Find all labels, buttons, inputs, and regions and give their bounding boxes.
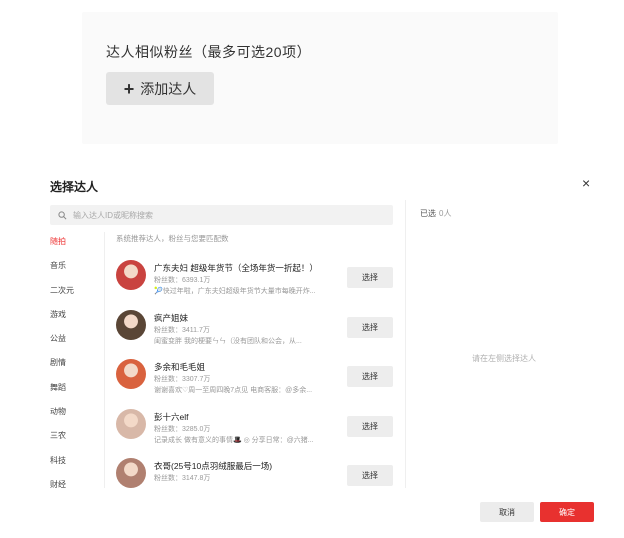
talent-fans: 粉丝数：3307.7万	[154, 376, 211, 383]
select-button[interactable]: 选择	[347, 366, 393, 387]
list-item: 彭十六elf 粉丝数：3285.0万 记录成长 做有意义的事情🎩 ◎ 分享日常：…	[116, 406, 396, 456]
similar-fans-label: 达人相似粉丝（最多可选20项）	[106, 44, 312, 60]
category-item[interactable]: 游戏	[50, 310, 100, 334]
talent-desc: 闺蜜变胖 我的梗要ㄣㄣ（没有团队和公会，从...	[154, 337, 302, 345]
category-item[interactable]: 二次元	[50, 286, 100, 310]
list-item: 疯产姐妹 粉丝数：3411.7万 闺蜜变胖 我的梗要ㄣㄣ（没有团队和公会，从..…	[116, 307, 396, 357]
talent-name: 衣哥(25号10点羽绒服最后一场)	[154, 461, 273, 471]
talent-name: 彭十六elf	[154, 411, 189, 422]
avatar	[116, 408, 146, 439]
avatar	[116, 359, 146, 389]
category-divider	[104, 232, 105, 488]
talent-name: 疯产姐妹	[154, 312, 189, 323]
add-talent-label: 添加达人	[140, 80, 197, 97]
talent-fans: 粉丝数：6393.1万	[154, 277, 211, 284]
category-list: 随拍 音乐 二次元 游戏 公益 剧情 舞蹈 动物 三农 科技 财经	[50, 237, 100, 504]
panel-divider	[405, 200, 406, 488]
search-input[interactable]	[73, 210, 373, 220]
talent-desc: 谢谢喜欢♡周一至周四晚7点见 电商客服：@多余...	[154, 387, 313, 394]
category-item[interactable]: 动物	[50, 407, 100, 431]
avatar	[116, 458, 146, 488]
category-item[interactable]: 音乐	[50, 261, 100, 285]
empty-hint: 请在左侧选择达人	[472, 354, 536, 363]
search-box[interactable]	[50, 205, 393, 225]
talent-name: 多余和毛毛姐	[154, 362, 206, 372]
search-icon	[58, 210, 67, 219]
list-item: 广东夫妇 超级年货节（全场年货一折起！） 粉丝数：6393.1万 🎾快过年啦，广…	[116, 257, 396, 307]
top-panel: 达人相似粉丝（最多可选20项） + 添加达人	[82, 12, 558, 144]
category-item[interactable]: 三农	[50, 431, 100, 455]
confirm-button[interactable]: 确定	[540, 502, 594, 522]
talent-fans: 粉丝数：3147.8万	[154, 475, 211, 482]
talent-desc: 记录成长 做有意义的事情🎩 ◎ 分享日常：@六猪...	[154, 436, 314, 444]
category-item[interactable]: 科技	[50, 456, 100, 480]
avatar	[116, 309, 146, 340]
add-talent-button[interactable]: + 添加达人	[106, 72, 214, 105]
talent-fans: 粉丝数：3285.0万	[154, 425, 211, 433]
select-button[interactable]: 选择	[347, 415, 393, 437]
selected-count: 0人	[439, 209, 452, 218]
select-button[interactable]: 选择	[347, 267, 393, 288]
select-button[interactable]: 选择	[347, 316, 393, 338]
close-icon[interactable]: ×	[582, 175, 590, 191]
category-item[interactable]: 公益	[50, 334, 100, 358]
list-item: 多余和毛毛姐 粉丝数：3307.7万 谢谢喜欢♡周一至周四晚7点见 电商客服：@…	[116, 356, 396, 406]
list-item: 衣哥(25号10点羽绒服最后一场) 粉丝数：3147.8万 选择	[116, 455, 396, 505]
talent-list: 广东夫妇 超级年货节（全场年货一折起！） 粉丝数：6393.1万 🎾快过年啦，广…	[116, 257, 396, 505]
select-button[interactable]: 选择	[347, 465, 393, 486]
cancel-button[interactable]: 取消	[480, 502, 534, 522]
category-item[interactable]: 随拍	[50, 237, 100, 261]
dialog-title: 选择达人	[50, 180, 99, 194]
category-item[interactable]: 剧情	[50, 358, 100, 382]
selected-summary: 已选 0人	[420, 208, 451, 219]
avatar	[116, 260, 146, 290]
plus-icon: +	[123, 78, 135, 99]
talent-fans: 粉丝数：3411.7万	[154, 326, 210, 334]
talent-desc: 🎾快过年啦，广东夫妇超级年货节大量市每晚开炸...	[154, 288, 316, 295]
category-item[interactable]: 财经	[50, 480, 100, 504]
talent-name: 广东夫妇 超级年货节（全场年货一折起！）	[154, 263, 318, 273]
recommend-hint: 系统推荐达人，粉丝与您要匹配数	[116, 234, 229, 243]
selected-label: 已选	[420, 209, 436, 218]
category-item[interactable]: 舞蹈	[50, 383, 100, 407]
